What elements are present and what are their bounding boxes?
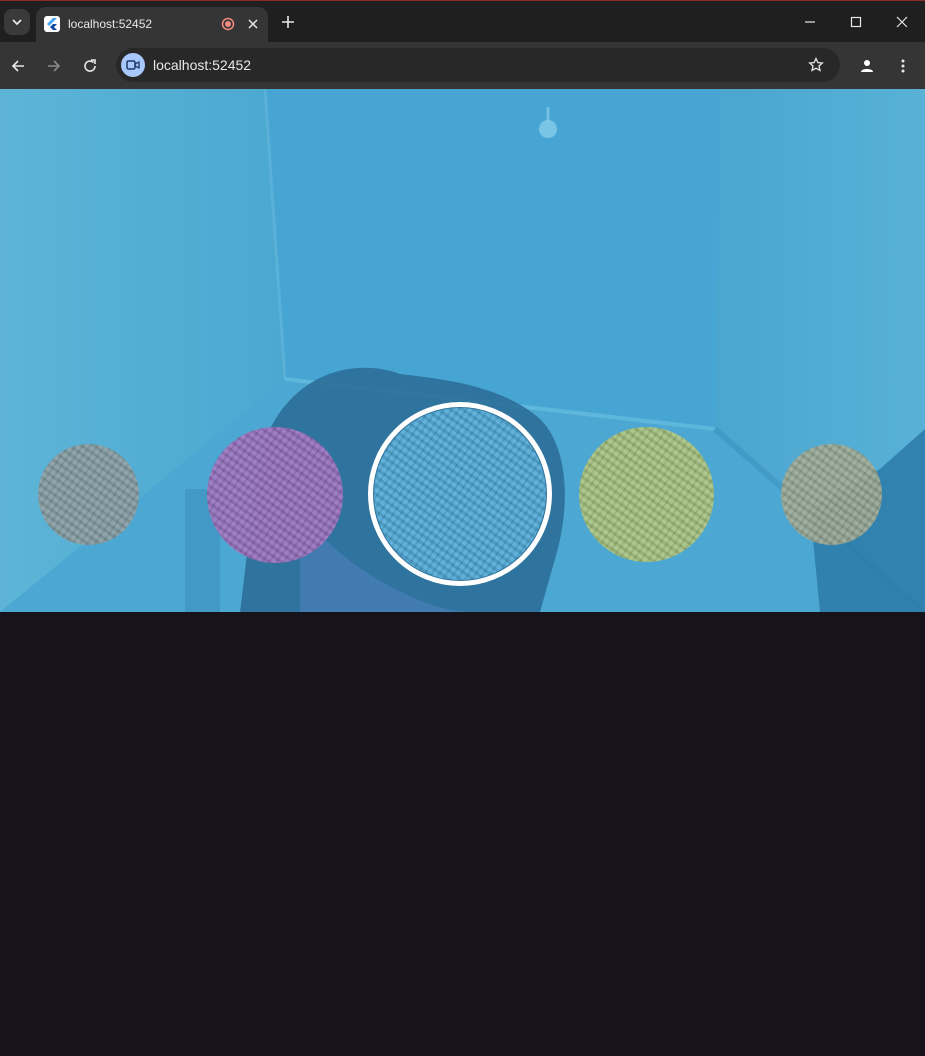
flutter-icon bbox=[44, 16, 60, 32]
filter-texture bbox=[207, 427, 343, 563]
tab-close-button[interactable] bbox=[244, 15, 262, 33]
video-camera-icon[interactable] bbox=[121, 53, 145, 77]
filter-option-grey[interactable] bbox=[38, 444, 139, 545]
new-tab-button[interactable] bbox=[278, 12, 298, 32]
page-background bbox=[0, 612, 925, 1056]
close-window-button[interactable] bbox=[889, 9, 915, 35]
minimize-button[interactable] bbox=[797, 9, 823, 35]
tab-title: localhost:52452 bbox=[68, 17, 153, 31]
close-icon bbox=[896, 16, 908, 28]
maximize-icon bbox=[850, 16, 862, 28]
filter-texture bbox=[781, 444, 882, 545]
tab-search-button[interactable] bbox=[4, 9, 30, 35]
arrow-right-icon bbox=[48, 60, 61, 72]
arrow-left-icon bbox=[11, 60, 24, 72]
browser-window: localhost:52452 localhost:52452 bbox=[0, 0, 925, 1056]
back-button[interactable] bbox=[5, 53, 31, 79]
filter-texture bbox=[38, 444, 139, 545]
filter-option-purple[interactable] bbox=[207, 427, 343, 563]
bookmark-button[interactable] bbox=[806, 55, 826, 75]
camera-preview bbox=[0, 89, 925, 612]
filter-texture bbox=[579, 427, 714, 562]
filter-option-olive[interactable] bbox=[781, 444, 882, 545]
url-text: localhost:52452 bbox=[153, 57, 252, 73]
star-icon bbox=[808, 57, 824, 72]
tab-active[interactable]: localhost:52452 bbox=[36, 7, 268, 43]
more-vert-icon bbox=[901, 59, 905, 73]
maximize-button[interactable] bbox=[843, 9, 869, 35]
forward-button[interactable] bbox=[41, 53, 67, 79]
person-icon bbox=[861, 60, 873, 72]
reload-icon bbox=[84, 59, 96, 72]
menu-button[interactable] bbox=[890, 53, 916, 79]
profile-button[interactable] bbox=[854, 53, 880, 79]
filter-option-yellow-green[interactable] bbox=[579, 427, 714, 562]
plus-icon bbox=[282, 16, 294, 28]
reload-button[interactable] bbox=[77, 53, 103, 79]
address-bar[interactable]: localhost:52452 bbox=[116, 48, 840, 82]
selected-filter-ring bbox=[368, 402, 552, 586]
close-icon bbox=[248, 19, 258, 29]
minimize-icon bbox=[805, 21, 815, 23]
chevron-down-icon bbox=[12, 19, 22, 26]
record-icon bbox=[220, 16, 236, 32]
tab-strip: localhost:52452 bbox=[0, 0, 925, 43]
browser-toolbar: localhost:52452 bbox=[0, 42, 925, 89]
